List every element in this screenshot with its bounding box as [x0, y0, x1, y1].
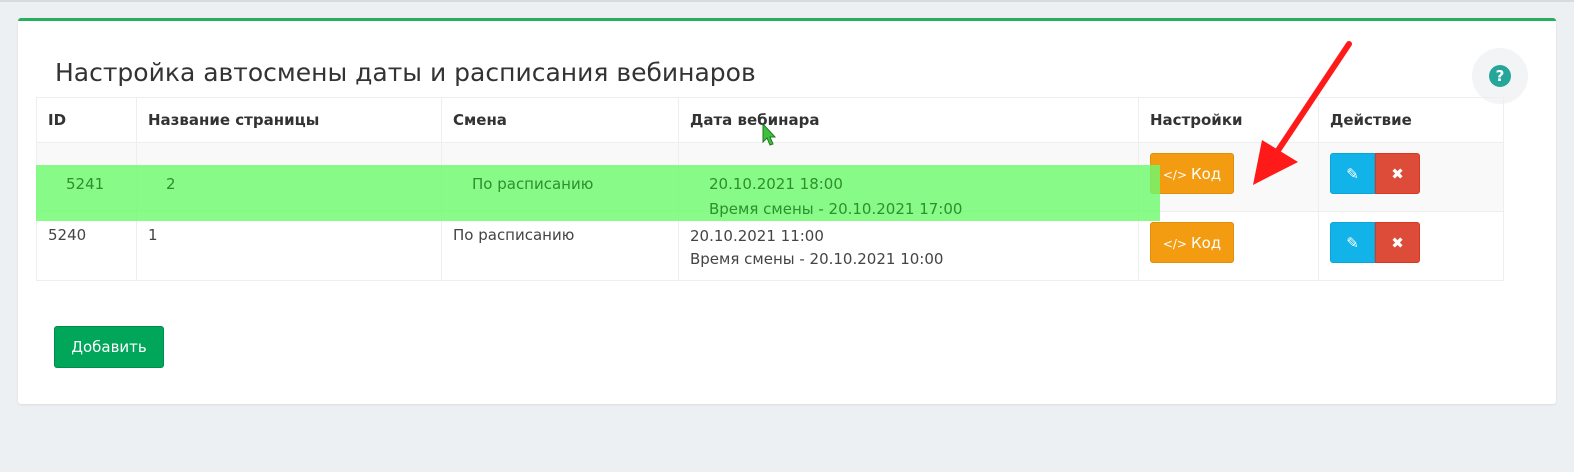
highlighted-webinar-date: 20.10.2021 18:00	[709, 175, 843, 193]
edit-button[interactable]: ✎	[1330, 153, 1375, 194]
edit-button[interactable]: ✎	[1330, 222, 1375, 263]
shift-time: Время смены - 20.10.2021 10:00	[690, 250, 944, 268]
header-id: ID	[36, 97, 137, 143]
cell-page-name	[136, 142, 442, 212]
cell-settings: </> Код	[1138, 211, 1319, 281]
code-icon: </>	[1162, 168, 1187, 182]
top-border	[0, 0, 1574, 2]
add-button[interactable]: Добавить	[54, 326, 164, 368]
header-action: Действие	[1318, 97, 1504, 143]
highlighted-page-name: 2	[166, 175, 176, 193]
times-icon: ✖	[1391, 233, 1404, 252]
highlighted-id: 5241	[66, 175, 105, 193]
header-shift: Смена	[441, 97, 679, 143]
cell-settings: </> Код	[1138, 142, 1319, 212]
table-row: 5240 1 По расписанию 20.10.2021 11:00 Вр…	[36, 211, 1504, 281]
table-header-row: ID Название страницы Смена Дата вебинара…	[36, 97, 1504, 143]
cell-action: ✎ ✖	[1318, 211, 1504, 281]
help-button[interactable]: ?	[1472, 48, 1528, 104]
cell-page-name: 1	[136, 211, 442, 281]
header-settings: Настройки	[1138, 97, 1319, 143]
page-title: Настройка автосмены даты и расписания ве…	[55, 58, 756, 87]
question-circle-icon: ?	[1489, 65, 1511, 87]
code-button-label: Код	[1190, 165, 1222, 183]
header-page-name: Название страницы	[136, 97, 442, 143]
delete-button[interactable]: ✖	[1375, 222, 1420, 263]
code-button[interactable]: </> Код	[1150, 153, 1234, 194]
pencil-icon: ✎	[1346, 233, 1359, 252]
cell-shift: По расписанию	[441, 211, 679, 281]
highlighted-shift: По расписанию	[472, 175, 594, 193]
cell-id: 5240	[36, 211, 137, 281]
pencil-icon: ✎	[1346, 164, 1359, 183]
code-icon: </>	[1162, 237, 1187, 251]
times-icon: ✖	[1391, 164, 1404, 183]
code-button[interactable]: </> Код	[1150, 222, 1234, 263]
header-webinar-date: Дата вебинара	[678, 97, 1139, 143]
webinar-date: 20.10.2021 11:00	[690, 227, 824, 245]
cell-webinar-date: 20.10.2021 11:00 Время смены - 20.10.202…	[678, 211, 1139, 281]
code-button-label: Код	[1190, 234, 1222, 252]
delete-button[interactable]: ✖	[1375, 153, 1420, 194]
cell-action: ✎ ✖	[1318, 142, 1504, 212]
highlighted-shift-time: Время смены - 20.10.2021 17:00	[709, 200, 963, 218]
